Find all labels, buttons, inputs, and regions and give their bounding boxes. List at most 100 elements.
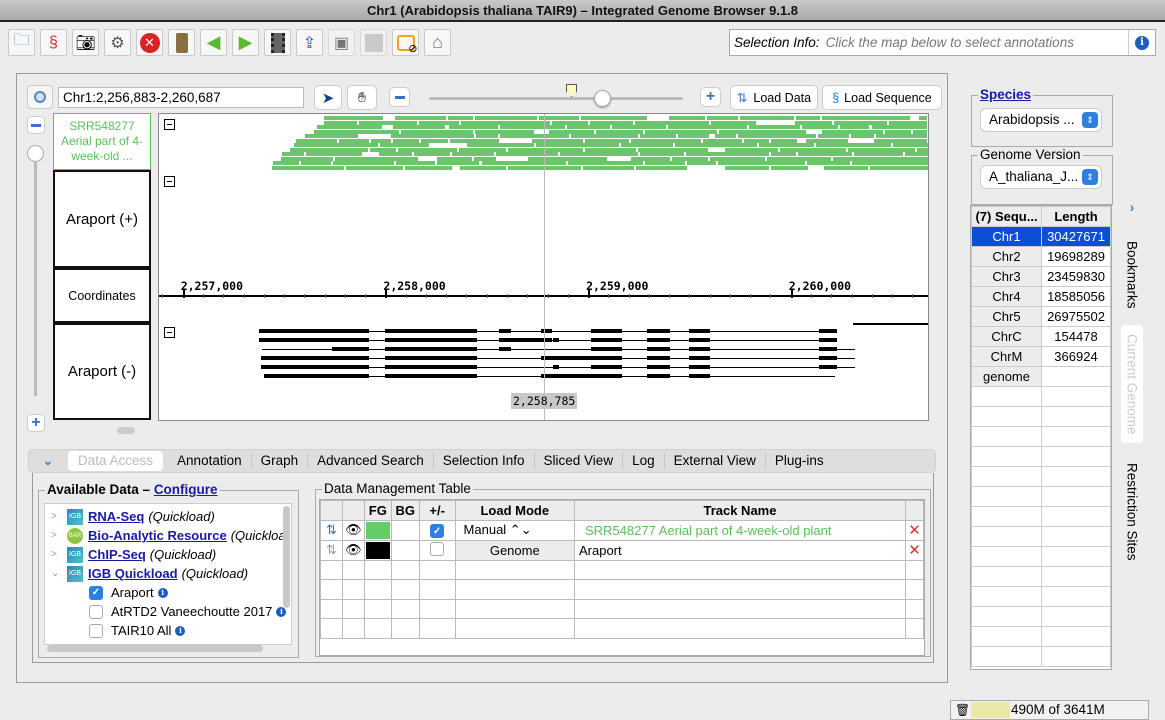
pan-mode-button[interactable]: ✋︎ [347, 85, 377, 110]
info-icon[interactable]: i [276, 606, 287, 617]
rnaseq-read[interactable] [759, 143, 814, 147]
rnaseq-read[interactable] [294, 143, 378, 147]
species-select[interactable]: Arabidopsis ... ⇕ [981, 109, 1101, 131]
tree-item-rnaseq[interactable]: > IGB RNA-Seq (Quickload) [45, 507, 215, 526]
sequence-row[interactable]: ChrM 366924 [971, 346, 1111, 367]
strand-checkbox-cell[interactable] [418, 539, 456, 561]
vertical-zoom-knob[interactable] [27, 145, 44, 162]
rnaseq-read[interactable] [821, 116, 910, 120]
rnaseq-read[interactable] [452, 152, 494, 156]
rnaseq-read[interactable] [919, 165, 927, 170]
expand-side-panel-button[interactable]: › [1121, 195, 1143, 219]
rnaseq-read[interactable] [397, 147, 457, 152]
rnaseq-read[interactable] [313, 129, 399, 134]
rnaseq-read[interactable] [645, 129, 717, 134]
track-label-coordinates[interactable]: Coordinates [53, 268, 151, 323]
rnaseq-read[interactable] [450, 138, 500, 143]
rnaseq-read[interactable] [419, 120, 459, 125]
rnaseq-read[interactable] [725, 147, 778, 152]
rnaseq-read[interactable] [481, 161, 566, 165]
rnaseq-read[interactable] [738, 134, 817, 138]
col-plus-minus[interactable]: +/- [418, 500, 456, 521]
exon[interactable] [647, 347, 670, 351]
tab-restriction-sites[interactable]: Restriction Sites [1121, 453, 1143, 571]
rnaseq-read[interactable] [305, 152, 362, 156]
exon[interactable] [647, 356, 670, 360]
rnaseq-read[interactable] [639, 152, 684, 156]
exon[interactable] [689, 374, 710, 378]
preferences-button[interactable]: ⚙ [104, 29, 131, 56]
rnaseq-read[interactable] [766, 156, 831, 161]
rnaseq-read[interactable] [495, 152, 558, 156]
rnaseq-read[interactable] [499, 125, 565, 129]
vertical-zoom-slider[interactable] [34, 156, 37, 396]
configure-link[interactable]: Configure [154, 482, 218, 497]
vertical-zoom-in-button[interactable]: + [27, 414, 45, 432]
snapshot-button[interactable]: 📷︎ [72, 29, 99, 56]
rnaseq-read[interactable] [714, 134, 737, 138]
tab-data-access[interactable]: Data Access [67, 450, 165, 472]
exon[interactable] [647, 338, 670, 342]
rnaseq-read[interactable] [779, 147, 846, 152]
tree-item-igb-quickload[interactable]: ⌄ IGB IGB Quickload (Quickload) [45, 564, 248, 583]
rnaseq-read[interactable] [743, 138, 770, 143]
rnaseq-read[interactable] [290, 147, 369, 152]
rnaseq-read[interactable] [847, 147, 916, 152]
rnaseq-read[interactable] [499, 134, 570, 138]
exon[interactable] [591, 338, 622, 342]
sequence-row[interactable]: Chr3 23459830 [971, 266, 1111, 287]
zoom-slider-knob[interactable] [593, 90, 611, 107]
bookmarks-button[interactable] [168, 29, 195, 56]
open-file-button[interactable]: 🗀 [8, 29, 35, 56]
tree-horizontal-scrollbar[interactable] [47, 645, 263, 652]
rnaseq-read[interactable] [637, 147, 709, 152]
rnaseq-read[interactable] [824, 165, 869, 170]
load-mode-select[interactable]: Manual ⌃⌄ [454, 519, 575, 541]
tooltips-toggle-button[interactable]: ⊘ [392, 29, 419, 56]
select-mode-button[interactable]: ➤ [314, 85, 342, 110]
rnaseq-read[interactable] [585, 138, 629, 143]
exon[interactable] [819, 338, 837, 342]
rnaseq-read[interactable] [590, 120, 634, 125]
chevron-right-icon[interactable]: > [51, 549, 63, 560]
rnaseq-read[interactable] [771, 138, 797, 143]
rnaseq-read[interactable] [405, 165, 453, 170]
tab-graph[interactable]: Graph [252, 453, 309, 469]
exon[interactable] [385, 329, 477, 333]
exon[interactable] [689, 338, 710, 342]
tab-plug-ins[interactable]: Plug-ins [766, 453, 833, 469]
load-sequence-button[interactable]: § Load Sequence [822, 85, 942, 110]
rnaseq-read[interactable] [458, 147, 506, 152]
rnaseq-read[interactable] [707, 116, 739, 120]
exon[interactable] [385, 338, 477, 342]
rnaseq-read[interactable] [822, 129, 884, 134]
rnaseq-read[interactable] [919, 134, 927, 138]
rnaseq-read[interactable] [636, 165, 688, 170]
rnaseq-read[interactable] [272, 165, 345, 170]
chevron-right-icon[interactable]: > [51, 530, 63, 541]
exon[interactable] [553, 338, 559, 342]
rnaseq-read[interactable] [370, 147, 396, 152]
exon[interactable] [385, 356, 477, 360]
rnaseq-read[interactable] [436, 156, 473, 161]
species-link[interactable]: Species [978, 87, 1034, 102]
rnaseq-read[interactable] [718, 129, 806, 134]
exon[interactable] [689, 365, 710, 369]
zoom-slider[interactable] [429, 97, 683, 100]
fg-color-swatch[interactable] [363, 519, 392, 541]
atrtd2-checkbox[interactable] [89, 604, 103, 619]
rnaseq-read[interactable] [871, 156, 903, 161]
col-bg[interactable]: BG [390, 500, 420, 521]
rnaseq-read[interactable] [668, 125, 747, 129]
genome-canvas[interactable]: 2,257,000 2,258,000 2,259,000 2,260,000 2,2… [158, 113, 929, 421]
trash-icon[interactable]: 🗑︎ [955, 701, 970, 719]
rnaseq-read[interactable] [630, 138, 702, 143]
rnaseq-read[interactable] [571, 134, 638, 138]
exon[interactable] [591, 347, 622, 351]
tab-current-genome[interactable]: Current Genome [1121, 325, 1143, 443]
bg-color-swatch[interactable] [390, 519, 420, 541]
col-load-mode[interactable]: Load Mode [454, 500, 575, 521]
rnaseq-read[interactable] [392, 138, 419, 143]
rnaseq-read[interactable] [584, 147, 636, 152]
rnaseq-read[interactable] [281, 156, 334, 161]
